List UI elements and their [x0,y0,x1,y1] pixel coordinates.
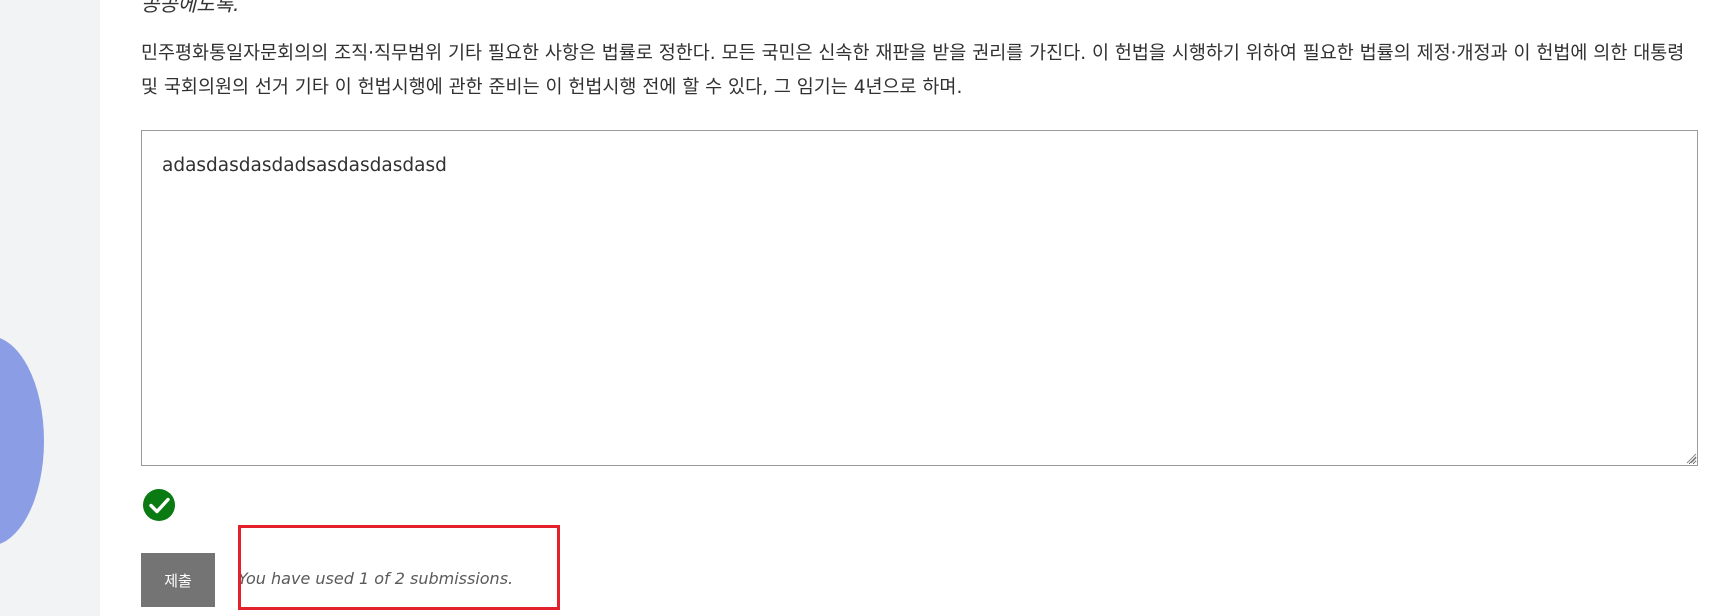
previous-text-fragment: 공공에도록. [141,0,240,16]
check-circle-icon [143,489,175,521]
left-gutter [0,0,100,616]
submit-button[interactable]: 제출 [141,553,215,607]
problem-paragraph: 민주평화통일자문회의의 조직·직무범위 기타 필요한 사항은 법률로 정한다. … [141,43,1685,98]
resize-grip-icon[interactable] [1685,452,1697,464]
answer-textarea[interactable]: adasdasdasdadsasdasdasdasd [141,130,1698,466]
problem-content: 공공에도록. 민주평화통일자문회의의 조직·직무범위 기타 필요한 사항은 법률… [100,0,1711,616]
submission-count-text: You have used 1 of 2 submissions. [238,569,514,588]
decorative-circle [0,336,44,546]
annotation-highlight-box [238,525,560,610]
